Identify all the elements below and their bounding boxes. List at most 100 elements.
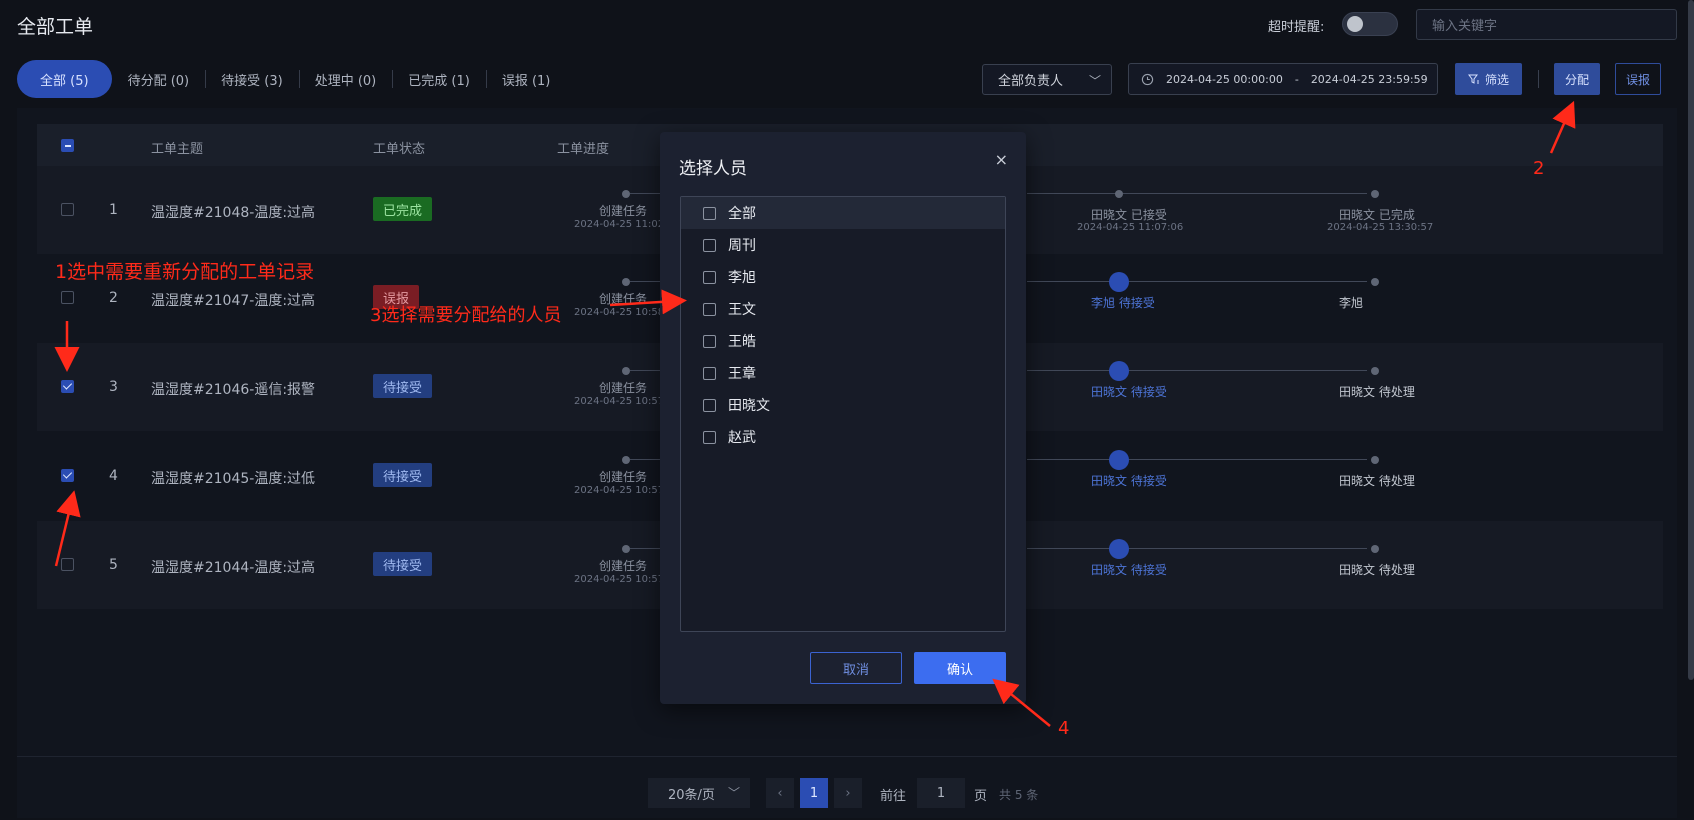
page-title: 全部工单 xyxy=(17,16,94,38)
progress-step-2-time: 2024-04-25 11:07:06 xyxy=(1077,222,1184,233)
progress-step-1-dot xyxy=(622,278,630,286)
person-name: 周刊 xyxy=(728,238,756,254)
row-subject[interactable]: 温湿度#21046-遥信:报警 xyxy=(151,379,315,399)
person-option[interactable]: 赵武 xyxy=(681,421,1005,453)
confirm-button[interactable]: 确认 xyxy=(914,652,1006,684)
page-unit-label: 页 xyxy=(974,789,988,804)
progress-step-1-time: 2024-04-25 10:58 xyxy=(574,307,665,318)
page-1-button[interactable]: 1 xyxy=(800,778,828,808)
person-checkbox[interactable] xyxy=(703,398,716,412)
row-subject[interactable]: 温湿度#21044-温度:过高 xyxy=(151,557,315,577)
annotation-step-4: 4 xyxy=(1058,718,1070,739)
progress-line xyxy=(1027,193,1367,194)
person-name: 李旭 xyxy=(728,270,756,286)
person-option[interactable]: 全部 xyxy=(681,197,1005,229)
next-page-button[interactable]: › xyxy=(834,778,862,808)
cancel-button[interactable]: 取消 xyxy=(810,652,902,684)
person-checkbox[interactable] xyxy=(703,302,716,316)
progress-step-1-time: 2024-04-25 10:57 xyxy=(574,574,665,585)
progress-step-2-dot xyxy=(1109,361,1129,381)
person-option[interactable]: 周刊 xyxy=(681,229,1005,261)
person-option[interactable]: 王文 xyxy=(681,293,1005,325)
page-size-select[interactable]: 20条/页 ﹀ xyxy=(648,778,750,808)
total-count: 共 5 条 xyxy=(999,788,1039,802)
row-checkbox[interactable] xyxy=(61,380,74,393)
false-alarm-button[interactable]: 误报 xyxy=(1615,63,1661,95)
person-checkbox[interactable] xyxy=(703,206,716,220)
status-tabs: 全部 (5) 待分配 (0) 待接受 (3) 处理中 (0) 已完成 (1) 误… xyxy=(17,60,566,98)
progress-line xyxy=(1027,370,1367,371)
progress-step-2-dot xyxy=(1115,190,1123,198)
person-name: 王皓 xyxy=(728,334,756,350)
progress-step-1-dot xyxy=(622,456,630,464)
progress-step-3-time: 2024-04-25 13:30:57 xyxy=(1327,222,1434,233)
date-range-picker[interactable]: 2024-04-25 00:00:00 - 2024-04-25 23:59:5… xyxy=(1128,63,1438,95)
row-checkbox[interactable] xyxy=(61,203,74,216)
select-all-checkbox[interactable] xyxy=(61,139,74,152)
progress-step-3-dot xyxy=(1371,456,1379,464)
tab-pending-accept[interactable]: 待接受 (3) xyxy=(205,60,299,98)
row-index: 3 xyxy=(109,379,118,395)
person-name: 王章 xyxy=(728,366,756,382)
progress-step-3-dot xyxy=(1371,545,1379,553)
row-subject[interactable]: 温湿度#21045-温度:过低 xyxy=(151,468,315,488)
person-option[interactable]: 田晓文 xyxy=(681,389,1005,421)
progress-step-1-time: 2024-04-25 10:57 xyxy=(574,396,665,407)
chevron-down-icon: ﹀ xyxy=(727,786,740,800)
annotation-step-3: 3选择需要分配给的人员 xyxy=(370,305,562,326)
tab-false-alarm[interactable]: 误报 (1) xyxy=(485,60,567,98)
progress-line xyxy=(1027,459,1367,460)
assignee-value: 全部负责人 xyxy=(998,74,1064,89)
progress-step-2-dot xyxy=(1109,272,1129,292)
row-subject[interactable]: 温湿度#21047-温度:过高 xyxy=(151,290,315,310)
tab-unassigned[interactable]: 待分配 (0) xyxy=(112,60,206,98)
close-icon[interactable]: × xyxy=(995,150,1008,169)
row-index: 1 xyxy=(109,202,118,218)
person-checkbox[interactable] xyxy=(703,334,716,348)
date-separator: - xyxy=(1294,72,1299,86)
assign-button[interactable]: 分配 xyxy=(1554,63,1600,95)
assignee-select[interactable]: 全部负责人 ﹀ xyxy=(982,64,1112,95)
filter-button[interactable]: 筛选 xyxy=(1455,63,1522,95)
person-checkbox[interactable] xyxy=(703,270,716,284)
progress-step-2-label: 田晓文 待接受 xyxy=(1091,563,1167,577)
clock-icon xyxy=(1141,73,1154,85)
column-status: 工单状态 xyxy=(373,142,426,157)
progress-step-2-label: 李旭 待接受 xyxy=(1091,296,1155,310)
tab-completed[interactable]: 已完成 (1) xyxy=(392,60,486,98)
pagination-divider xyxy=(17,756,1677,757)
progress-step-1-label: 创建任务 xyxy=(599,470,648,484)
prev-page-button[interactable]: ‹ xyxy=(766,778,794,808)
progress-step-1-label: 创建任务 xyxy=(599,559,648,573)
progress-step-1-time: 2024-04-25 10:57 xyxy=(574,485,665,496)
person-name: 赵武 xyxy=(728,430,756,446)
progress-step-3-label: 田晓文 待处理 xyxy=(1339,563,1415,577)
progress-step-1-time: 2024-04-25 11:02 xyxy=(574,219,665,230)
person-option[interactable]: 李旭 xyxy=(681,261,1005,293)
tab-processing[interactable]: 处理中 (0) xyxy=(298,60,393,98)
goto-page-input[interactable]: 1 xyxy=(917,778,965,808)
row-subject[interactable]: 温湿度#21048-温度:过高 xyxy=(151,202,315,222)
row-checkbox[interactable] xyxy=(61,469,74,482)
progress-step-1-label: 创建任务 xyxy=(599,204,648,218)
timeout-reminder-toggle[interactable] xyxy=(1342,12,1398,36)
person-option[interactable]: 王章 xyxy=(681,357,1005,389)
search-input[interactable]: 输入关键字 xyxy=(1416,9,1677,40)
person-option[interactable]: 王皓 xyxy=(681,325,1005,357)
progress-step-3-label: 田晓文 已完成 xyxy=(1339,208,1415,222)
date-end: 2024-04-25 23:59:59 xyxy=(1310,72,1428,86)
progress-step-2-label: 田晓文 待接受 xyxy=(1091,385,1167,399)
progress-step-2-label: 田晓文 待接受 xyxy=(1091,474,1167,488)
row-index: 5 xyxy=(109,557,118,573)
person-list: 全部周刊李旭王文王皓王章田晓文赵武 xyxy=(680,196,1006,632)
person-checkbox[interactable] xyxy=(703,366,716,380)
progress-step-2-dot xyxy=(1109,450,1129,470)
row-checkbox[interactable] xyxy=(61,291,74,304)
person-checkbox[interactable] xyxy=(703,238,716,252)
person-checkbox[interactable] xyxy=(703,430,716,444)
filter-label: 筛选 xyxy=(1484,72,1509,87)
page-scrollbar[interactable] xyxy=(1688,0,1694,680)
progress-line xyxy=(1027,548,1367,549)
row-checkbox[interactable] xyxy=(61,558,74,571)
tab-all[interactable]: 全部 (5) xyxy=(17,60,112,98)
